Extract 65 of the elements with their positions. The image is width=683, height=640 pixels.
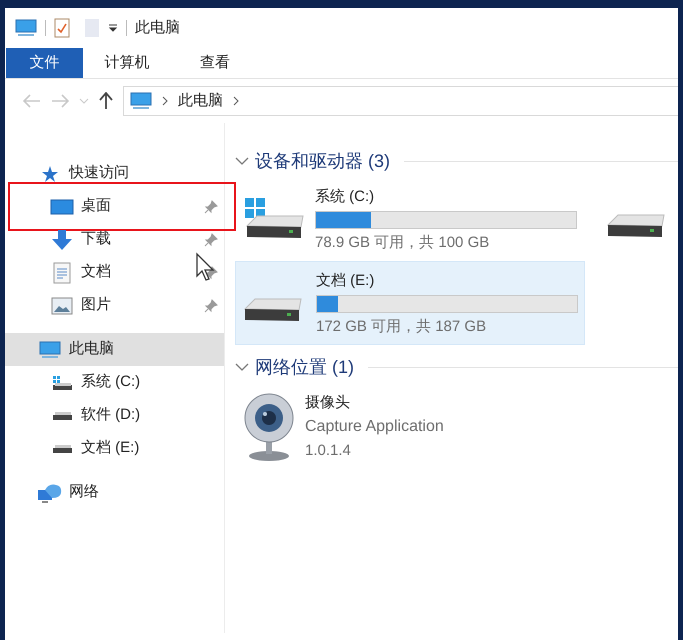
new-folder-icon xyxy=(84,18,100,38)
hard-drive-icon xyxy=(244,298,302,322)
sidebar-item[interactable]: 网络 xyxy=(5,476,224,509)
drive-capacity: 172 GB 可用，共 187 GB xyxy=(316,317,488,337)
cursor-icon xyxy=(195,252,217,282)
chevron-right-icon xyxy=(162,96,168,106)
sidebar-item[interactable]: 文档 (E:) xyxy=(5,432,224,465)
desktop-icon xyxy=(50,198,74,216)
breadcrumb[interactable]: 此电脑 xyxy=(178,90,223,112)
document-icon xyxy=(53,262,71,284)
properties-icon xyxy=(54,18,70,38)
chevron-down-icon[interactable] xyxy=(235,362,249,372)
sidebar-item[interactable]: 系统 (C:) xyxy=(5,366,224,399)
sidebar-label: 桌面 xyxy=(81,196,111,216)
hard-drive-icon xyxy=(607,214,665,238)
device-name: 摄像头 xyxy=(305,393,351,413)
chevron-right-icon xyxy=(233,96,239,106)
sidebar-label: 图片 xyxy=(81,295,111,316)
device-tile[interactable]: 摄像头 Capture Application 1.0.1.4 xyxy=(235,383,585,471)
sidebar-item[interactable]: 图片 xyxy=(5,289,224,322)
drive-capacity: 78.9 GB 可用，共 100 GB xyxy=(315,233,490,253)
window-title: 此电脑 xyxy=(135,18,180,38)
drive-icon xyxy=(52,412,72,420)
section-header[interactable]: 设备和驱动器 (3) xyxy=(255,148,390,174)
picture-icon xyxy=(51,296,73,314)
chevron-down-icon xyxy=(79,97,89,105)
ribbon-tab[interactable]: 计算机 xyxy=(83,48,171,78)
sidebar-item[interactable]: 此电脑 xyxy=(5,333,224,366)
drive-name: 文档 (E:) xyxy=(316,270,376,290)
device-version: 1.0.1.4 xyxy=(305,441,352,461)
up-arrow-icon xyxy=(99,92,113,110)
ribbon-tab[interactable]: 查看 xyxy=(171,48,259,78)
forward-arrow-icon xyxy=(51,94,69,108)
drive-icon xyxy=(51,374,73,390)
back-arrow-icon xyxy=(23,94,41,108)
drive-tile[interactable]: 系统 (C:) 78.9 GB 可用，共 100 GB xyxy=(235,177,585,261)
sidebar-label: 系统 (C:) xyxy=(81,372,140,392)
chevron-down-icon[interactable] xyxy=(235,156,249,166)
monitor-icon xyxy=(130,92,152,110)
sidebar-label: 此电脑 xyxy=(69,339,114,360)
sidebar-item[interactable]: 快速访问 xyxy=(5,157,224,190)
drive-name: 系统 (C:) xyxy=(315,186,376,206)
sidebar-label: 快速访问 xyxy=(69,163,129,184)
sidebar-item[interactable]: 下载 xyxy=(5,223,224,256)
sidebar-label: 软件 (D:) xyxy=(81,405,140,426)
network-icon xyxy=(37,482,63,504)
device-description: Capture Application xyxy=(305,417,444,437)
monitor-icon xyxy=(15,19,37,37)
sidebar-label: 下载 xyxy=(81,229,111,250)
drive-tile[interactable]: 文档 (E:) 172 GB 可用，共 187 GB xyxy=(235,261,585,345)
sidebar-label: 网络 xyxy=(69,482,99,502)
sidebar-item[interactable]: 桌面 xyxy=(5,190,224,223)
sidebar-label: 文档 (E:) xyxy=(81,438,140,458)
download-arrow-icon xyxy=(51,228,73,250)
drive-icon xyxy=(52,444,72,452)
star-icon xyxy=(41,164,59,182)
dropdown-caret-icon xyxy=(108,23,118,33)
sidebar-item[interactable]: 文档 xyxy=(5,256,224,289)
webcam-icon xyxy=(243,392,295,462)
ribbon-tab[interactable]: 文件 xyxy=(6,48,83,78)
sidebar-item[interactable]: 软件 (D:) xyxy=(5,399,224,432)
section-header[interactable]: 网络位置 (1) xyxy=(255,354,354,380)
sidebar-label: 文档 xyxy=(81,262,111,282)
address-bar[interactable]: 此电脑 xyxy=(123,86,678,116)
monitor-icon xyxy=(39,340,61,358)
